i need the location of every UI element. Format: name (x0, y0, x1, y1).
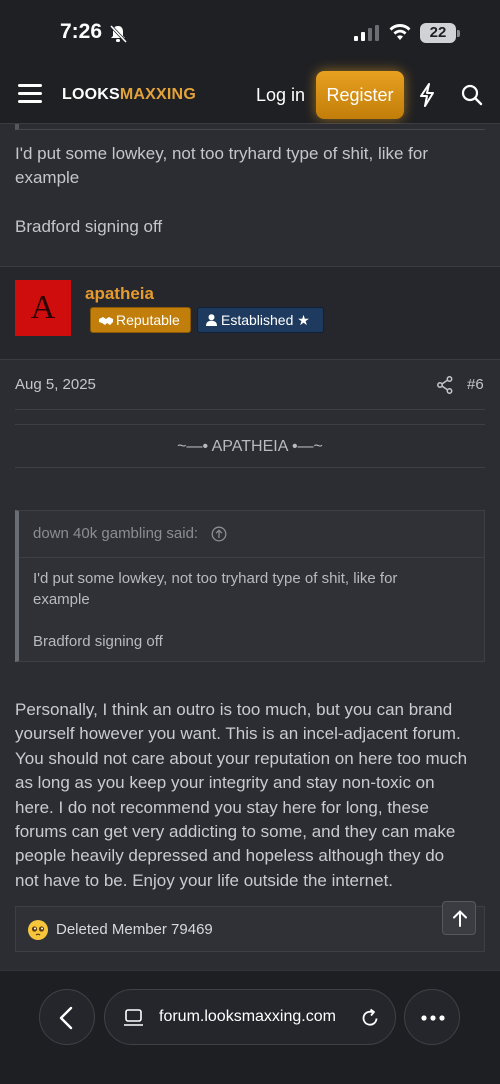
logo-text-maxxing: MAXXING (119, 86, 196, 103)
wifi-icon (389, 24, 411, 40)
reaction-users[interactable]: Deleted Member 79469 (56, 921, 213, 938)
quote-divider (19, 557, 485, 558)
badge-established: Established ★ (197, 307, 324, 333)
share-icon[interactable] (437, 376, 453, 394)
scroll-to-top-button[interactable] (442, 901, 476, 935)
site-logo[interactable]: LOOKSMAXXING (62, 86, 196, 104)
logo-text-looks: LOOKS (62, 86, 120, 103)
battery-indicator: 22 (420, 23, 456, 43)
search-icon[interactable] (461, 84, 483, 106)
cellular-signal-icon (354, 25, 379, 41)
login-link[interactable]: Log in (256, 85, 305, 106)
post-body: Personally, I think an outro is too much… (15, 698, 487, 893)
post-body-line: yourself however you want. This is an in… (15, 724, 461, 744)
quote-block: down 40k gambling said: I'd put some low… (15, 510, 485, 662)
previous-post-text-line: I'd put some lowkey, not too tryhard typ… (15, 144, 429, 163)
badge-reputable: Reputable (90, 307, 191, 333)
site-navbar: LOOKSMAXXING Log in Register (0, 66, 500, 124)
post-body-line: Personally, I think an outro is too much… (15, 700, 453, 719)
badge-label: Established (221, 312, 294, 328)
signature: ~—• APATHEIA •—~ (15, 424, 485, 468)
address-bar[interactable]: forum.looksmaxxing.com (104, 989, 396, 1045)
page-icon (124, 1009, 143, 1026)
reload-icon[interactable] (359, 1007, 381, 1029)
post-body-line: here. I do not recommend you stay here f… (15, 797, 429, 817)
reactions-bar[interactable]: Deleted Member 79469 (15, 906, 485, 952)
post-body-line: as long as you keep your integrity and s… (15, 773, 435, 793)
hamburger-menu-icon[interactable] (18, 84, 42, 104)
previous-post-signoff: Bradford signing off (15, 217, 163, 236)
status-time: 7:26 (60, 20, 103, 43)
pleading-face-emoji-icon (28, 920, 48, 940)
post-body-line: not have to be. Enjoy your life outside … (15, 870, 394, 890)
arrow-up-circle-icon[interactable] (211, 526, 227, 542)
post-author-name[interactable]: apatheia (85, 284, 154, 304)
post-body-line: people heavily depressed and hopeless al… (15, 846, 445, 866)
previous-post: I'd put some lowkey, not too tryhard typ… (0, 124, 500, 266)
quote-text-line: I'd put some lowkey, not too tryhard typ… (33, 570, 398, 587)
handshake-icon (99, 317, 113, 325)
post-date[interactable]: Aug 5, 2025 (15, 376, 96, 393)
previous-quote-edge (15, 124, 485, 130)
url-text: forum.looksmaxxing.com (159, 1008, 336, 1025)
browser-toolbar: forum.looksmaxxing.com (0, 970, 500, 1084)
register-button[interactable]: Register (316, 71, 404, 119)
post-meta: Aug 5, 2025 #6 (0, 360, 500, 410)
post-body-line: forums can get very addicting to some, a… (15, 822, 456, 842)
avatar[interactable]: A (15, 280, 71, 336)
chevron-left-icon (59, 1006, 73, 1030)
post-author-header: A apatheia Reputable Established ★ (0, 266, 500, 360)
lightning-bolt-icon[interactable] (417, 83, 437, 107)
quote-text-line: example (33, 591, 90, 608)
divider (15, 409, 485, 410)
quote-attribution[interactable]: down 40k gambling said: (33, 525, 198, 542)
status-bar: 7:26 22 (0, 0, 500, 66)
quote-text-line: Bradford signing off (33, 633, 163, 650)
previous-post-text-line: example (15, 168, 80, 187)
post-number-link[interactable]: #6 (467, 376, 484, 393)
battery-tip (457, 30, 460, 37)
post-body-line: You should not care about your reputatio… (15, 748, 468, 768)
star-icon: ★ (297, 312, 310, 328)
ellipsis-icon (421, 1015, 445, 1021)
arrow-up-icon (453, 910, 467, 927)
more-options-button[interactable] (404, 989, 460, 1045)
badge-label: Reputable (116, 312, 180, 328)
browser-back-button[interactable] (39, 989, 95, 1045)
bell-slash-icon (109, 24, 128, 44)
user-icon (206, 314, 217, 326)
